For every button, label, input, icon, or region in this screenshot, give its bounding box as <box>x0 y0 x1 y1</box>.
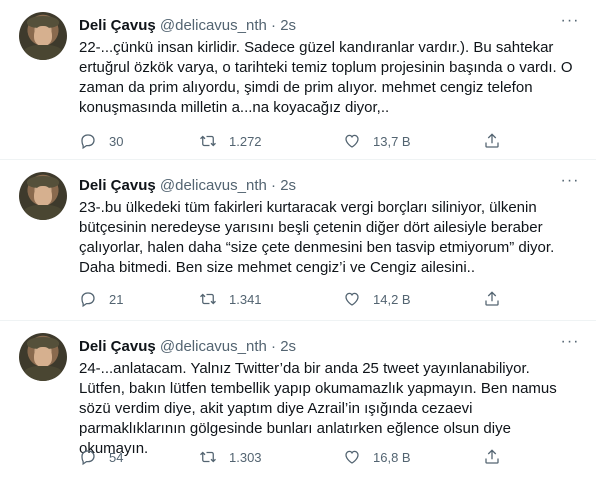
retweet-icon <box>200 135 216 147</box>
share-icon <box>485 449 499 464</box>
reply-icon <box>81 450 95 466</box>
avatar[interactable] <box>19 333 67 381</box>
tweet[interactable]: Deli Çavuş @delicavus_nth · 2s ··· 23-.b… <box>0 160 596 321</box>
tweet[interactable]: Deli Çavuş @delicavus_nth · 2s ··· 22-..… <box>0 0 596 160</box>
tweet-header: Deli Çavuş @delicavus_nth · 2s <box>79 176 296 196</box>
tweet-text: 24-...anlatacam. Yalnız Twitter’da bir a… <box>79 360 557 457</box>
like-button[interactable]: 16,8 B <box>343 447 411 467</box>
tweet-actions: 21 1.341 14,2 B <box>79 289 579 309</box>
reply-button[interactable]: 30 <box>79 131 123 151</box>
author-name[interactable]: Deli Çavuş <box>79 177 156 194</box>
author-handle[interactable]: @delicavus_nth <box>160 177 267 194</box>
separator: · <box>271 177 277 194</box>
share-button[interactable] <box>483 289 501 309</box>
like-count: 16,8 B <box>373 449 411 465</box>
heart-icon <box>345 292 359 306</box>
tweet-text: 22-...çünkü insan kirlidir. Sadece güzel… <box>79 39 573 116</box>
share-button[interactable] <box>483 131 501 151</box>
reply-count: 21 <box>109 291 124 307</box>
author-name[interactable]: Deli Çavuş <box>79 17 156 34</box>
author-handle[interactable]: @delicavus_nth <box>160 17 267 34</box>
share-icon <box>485 291 499 306</box>
more-icon[interactable]: ··· <box>558 173 582 194</box>
retweet-button[interactable]: 1.272 <box>199 131 262 151</box>
like-count: 14,2 B <box>373 291 411 307</box>
tweet-actions: 54 1.303 16,8 B <box>79 447 579 467</box>
reply-count: 30 <box>109 133 124 149</box>
reply-icon <box>81 292 95 308</box>
tweet-header: Deli Çavuş @delicavus_nth · 2s <box>79 16 296 36</box>
retweet-button[interactable]: 1.341 <box>199 289 262 309</box>
tweet-actions: 30 1.272 13,7 B <box>79 131 579 151</box>
reply-icon <box>81 134 95 150</box>
share-button[interactable] <box>483 447 501 467</box>
tweet[interactable]: Deli Çavuş @delicavus_nth · 2s ··· 24-..… <box>0 321 596 483</box>
avatar[interactable] <box>19 172 67 220</box>
like-button[interactable]: 14,2 B <box>343 289 411 309</box>
retweet-count: 1.303 <box>229 449 262 465</box>
author-name[interactable]: Deli Çavuş <box>79 338 156 355</box>
avatar[interactable] <box>19 12 67 60</box>
timestamp[interactable]: 2s <box>280 177 296 194</box>
retweet-count: 1.341 <box>229 291 262 307</box>
like-button[interactable]: 13,7 B <box>343 131 411 151</box>
reply-button[interactable]: 54 <box>79 447 123 467</box>
tweet-text: 23-.bu ülkedeki tüm fakirleri kurtaracak… <box>79 199 555 276</box>
timestamp[interactable]: 2s <box>280 338 296 355</box>
separator: · <box>271 17 277 34</box>
retweet-icon <box>200 293 216 305</box>
retweet-count: 1.272 <box>229 133 262 149</box>
reply-button[interactable]: 21 <box>79 289 123 309</box>
heart-icon <box>345 450 359 464</box>
like-count: 13,7 B <box>373 133 411 149</box>
author-handle[interactable]: @delicavus_nth <box>160 338 267 355</box>
separator: · <box>271 338 277 355</box>
timestamp[interactable]: 2s <box>280 17 296 34</box>
more-icon[interactable]: ··· <box>558 334 582 355</box>
reply-count: 54 <box>109 449 124 465</box>
tweet-header: Deli Çavuş @delicavus_nth · 2s <box>79 337 296 357</box>
retweet-icon <box>200 451 216 463</box>
more-icon[interactable]: ··· <box>558 13 582 34</box>
heart-icon <box>345 134 359 148</box>
retweet-button[interactable]: 1.303 <box>199 447 262 467</box>
share-icon <box>485 133 499 148</box>
